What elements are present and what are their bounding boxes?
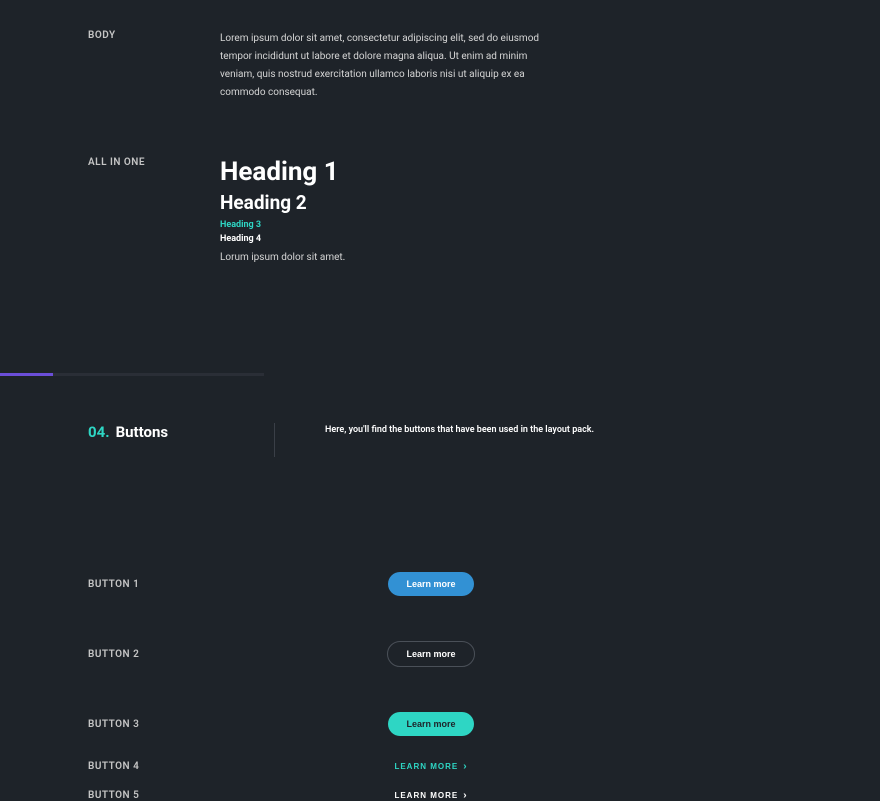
heading-1-sample: Heading 1 — [220, 157, 850, 187]
button-5-container: LEARN MORE › — [336, 790, 526, 801]
heading-3-sample: Heading 3 — [220, 220, 850, 230]
buttons-list: BUTTON 1 Learn more BUTTON 2 Learn more … — [0, 572, 880, 801]
paragraph-sample: Lorum ipsum dolor sit amet. — [220, 252, 850, 263]
body-typography-row: BODY Lorem ipsum dolor sit amet, consect… — [0, 0, 880, 102]
body-text: Lorem ipsum dolor sit amet, consectetur … — [220, 30, 550, 102]
button-3-container: Learn more — [336, 712, 526, 736]
allinone-value: Heading 1 Heading 2 Heading 3 Heading 4 … — [220, 157, 850, 263]
section-number: 04. — [88, 423, 110, 441]
button-5-text: LEARN MORE — [394, 791, 458, 800]
learn-more-button-3[interactable]: Learn more — [388, 712, 473, 736]
learn-more-button-2[interactable]: Learn more — [387, 641, 474, 667]
heading-4-sample: Heading 4 — [220, 234, 850, 244]
button-4-text: LEARN MORE — [394, 762, 458, 771]
button-4-row: BUTTON 4 LEARN MORE › — [88, 761, 850, 772]
button-5-label: BUTTON 5 — [88, 790, 336, 801]
allinone-label: ALL IN ONE — [88, 157, 220, 263]
section-header-left: 04. Buttons — [88, 423, 274, 457]
allinone-typography-row: ALL IN ONE Heading 1 Heading 2 Heading 3… — [0, 102, 880, 263]
learn-more-button-5[interactable]: LEARN MORE › — [394, 790, 467, 801]
button-1-label: BUTTON 1 — [88, 579, 336, 590]
learn-more-button-1[interactable]: Learn more — [388, 572, 473, 596]
learn-more-button-4[interactable]: LEARN MORE › — [394, 761, 467, 772]
button-4-label: BUTTON 4 — [88, 761, 336, 772]
button-2-label: BUTTON 2 — [88, 649, 336, 660]
button-1-row: BUTTON 1 Learn more — [88, 572, 850, 596]
chevron-right-icon: › — [463, 790, 467, 801]
button-3-label: BUTTON 3 — [88, 719, 336, 730]
button-1-container: Learn more — [336, 572, 526, 596]
heading-2-sample: Heading 2 — [220, 191, 850, 214]
vertical-divider — [274, 423, 275, 457]
button-2-container: Learn more — [336, 641, 526, 667]
button-2-row: BUTTON 2 Learn more — [88, 641, 850, 667]
chevron-right-icon: › — [463, 761, 467, 772]
body-value: Lorem ipsum dolor sit amet, consectetur … — [220, 30, 850, 102]
section-title: Buttons — [116, 423, 169, 441]
button-3-row: BUTTON 3 Learn more — [88, 712, 850, 736]
buttons-section-header: 04. Buttons Here, you'll find the button… — [0, 376, 880, 457]
button-5-row: BUTTON 5 LEARN MORE › — [88, 790, 850, 801]
body-label: BODY — [88, 30, 220, 102]
button-4-container: LEARN MORE › — [336, 761, 526, 772]
section-description: Here, you'll find the buttons that have … — [325, 423, 594, 457]
